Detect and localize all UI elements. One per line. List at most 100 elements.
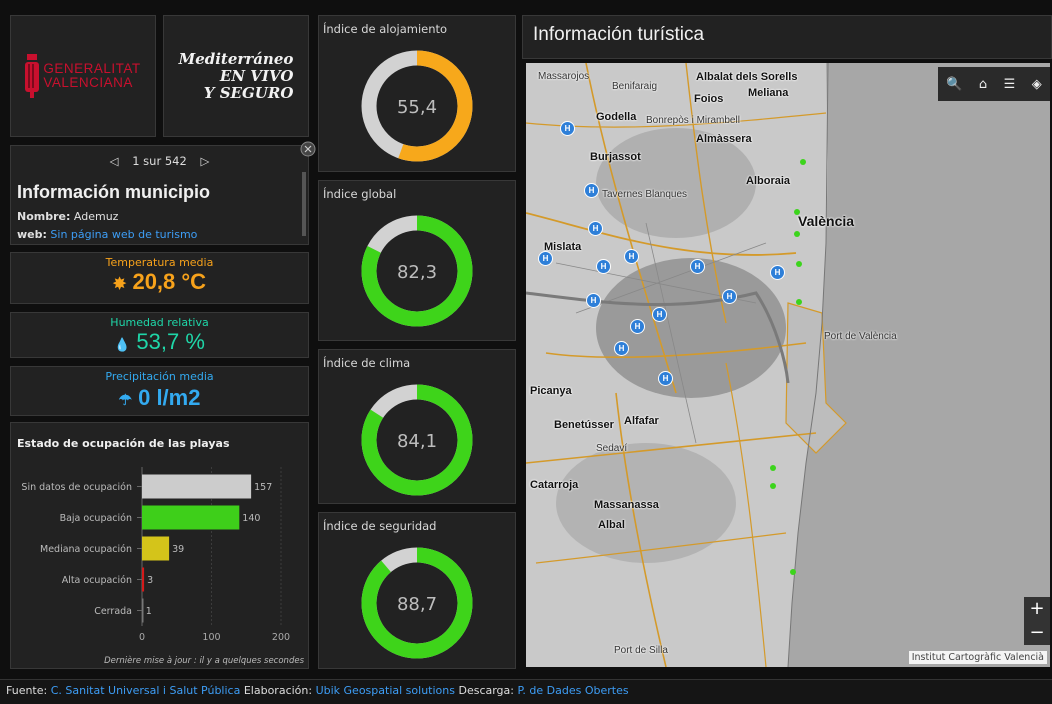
pager-next-button[interactable]: ▷ [200, 154, 209, 168]
descarga-link[interactable]: P. de Dades Obertes [517, 684, 628, 697]
elaboracion-label: Elaboración: [243, 684, 313, 697]
temperatura-panel: Temperatura media ✸ 20,8 °C [10, 252, 309, 304]
map-label: Almàssera [696, 133, 752, 145]
legend-icon[interactable]: ☰ [1004, 77, 1016, 92]
gauge-ring: 55,4 [361, 50, 473, 162]
layers-icon[interactable]: ◈ [1032, 77, 1042, 92]
coat-of-arms-icon [25, 54, 40, 98]
beach-marker[interactable] [794, 231, 800, 237]
gauge-title: Índice de clima [323, 356, 411, 370]
hotel-marker[interactable]: H [586, 293, 601, 308]
playas-bar-chart: 0 100 200 Sin datos de ocupación 157 Baja ocu… [21, 467, 305, 666]
bar[interactable] [142, 598, 144, 623]
gauge-panel-seguridad: Índice de seguridad 88,7 [318, 512, 516, 669]
beach-marker[interactable] [770, 465, 776, 471]
mediterraneo-logo: Mediterráneo EN VIVO Y SEGURO [163, 15, 309, 137]
precipitacion-value: 0 l/m2 [138, 385, 201, 410]
category-label: Mediana ocupación [40, 544, 132, 555]
hotel-marker[interactable]: H [614, 341, 629, 356]
nombre-label: Nombre: [17, 210, 71, 223]
temperatura-label: Temperatura media [105, 256, 214, 269]
map-toolbar: 🔍 ⌂ ☰ ◈ [938, 67, 1050, 101]
scrollbar[interactable] [302, 172, 306, 236]
map-label: Alboraia [746, 175, 791, 187]
update-note: Dernière mise à jour : il y a quelques s… [104, 655, 304, 666]
droplet-icon: 💧 [114, 337, 131, 352]
value-label: 157 [254, 482, 272, 493]
map-label: Alfafar [624, 415, 659, 427]
zoom-out-button[interactable]: − [1024, 621, 1050, 645]
map-label: Godella [596, 111, 637, 123]
map-label: Benifaraig [612, 81, 658, 92]
beach-marker[interactable] [794, 209, 800, 215]
gauge-panel-alojamiento: Índice de alojamiento 55,4 [318, 15, 516, 172]
map-label: Sedaví [596, 443, 628, 454]
map-label: Benetússer [554, 419, 614, 431]
map-view[interactable]: Massarojos Benifaraig Albalat dels Sorel… [526, 63, 1050, 667]
web-link[interactable]: Sin página web de turismo [50, 228, 197, 241]
precipitacion-label: Precipitación media [105, 370, 214, 383]
search-icon[interactable]: 🔍 [946, 77, 962, 92]
pager-prev-button[interactable]: ◁ [110, 154, 119, 168]
gauge-ring: 82,3 [361, 215, 473, 327]
generalitat-line1: GENERALITAT [43, 61, 141, 76]
map-label: Burjassot [590, 151, 641, 163]
map-label: Bonrepòs i Mirambell [646, 115, 740, 126]
bar[interactable] [142, 567, 145, 592]
hotel-marker[interactable]: H [630, 319, 645, 334]
expand-icon[interactable] [300, 141, 316, 157]
map-label: Port de Silla [614, 645, 668, 656]
map-label: Albalat dels Sorells [696, 71, 798, 83]
gauge-value: 55,4 [397, 97, 437, 118]
municipio-panel: ◁ 1 sur 542 ▷ Información municipio Nomb… [10, 145, 309, 245]
hotel-marker[interactable]: H [770, 265, 785, 280]
map-label: Picanya [530, 385, 572, 397]
map-label: Port de València [824, 331, 897, 342]
hotel-marker[interactable]: H [584, 183, 599, 198]
elaboracion-link[interactable]: Ubik Geospatial solutions [316, 684, 455, 697]
beach-marker[interactable] [770, 483, 776, 489]
gauge-ring: 88,7 [361, 547, 473, 659]
gauge-title: Índice de alojamiento [323, 22, 448, 36]
hotel-marker[interactable]: H [596, 259, 611, 274]
bar[interactable] [142, 505, 240, 530]
temperatura-value: 20,8 °C [132, 269, 207, 294]
hotel-marker[interactable]: H [658, 371, 673, 386]
hotel-marker[interactable]: H [722, 289, 737, 304]
value-label: 140 [242, 513, 260, 524]
category-label: Cerrada [94, 606, 132, 617]
web-label: web: [17, 228, 47, 241]
temperatura-value-row: ✸ 20,8 °C [11, 269, 308, 295]
hotel-marker[interactable]: H [538, 251, 553, 266]
zoom-in-button[interactable]: + [1024, 597, 1050, 621]
descarga-label: Descarga: [458, 684, 514, 697]
beach-marker[interactable] [790, 569, 796, 575]
med-line3: Y SEGURO [203, 83, 294, 102]
gauge-value: 82,3 [397, 262, 437, 283]
beach-marker[interactable] [796, 299, 802, 305]
hotel-marker[interactable]: H [690, 259, 705, 274]
map-title: Información turística [533, 24, 705, 45]
gauge-title: Índice global [323, 187, 397, 201]
map-header: Información turística [522, 15, 1052, 59]
med-line2: EN VIVO [219, 66, 294, 85]
playas-chart-panel: Estado de ocupación de las playas 0 100 20… [10, 422, 309, 669]
humedad-value: 53,7 % [136, 329, 205, 354]
category-label: Sin datos de ocupación [21, 482, 132, 493]
precipitacion-value-row: ☂ 0 l/m2 [11, 385, 308, 411]
nombre-value: Ademuz [73, 210, 119, 223]
hotel-marker[interactable]: H [624, 249, 639, 264]
map-label: Tavernes Blanques [602, 189, 688, 200]
beach-marker[interactable] [796, 261, 802, 267]
x-tick-label: 100 [202, 632, 220, 643]
hotel-marker[interactable]: H [560, 121, 575, 136]
pager: ◁ 1 sur 542 ▷ [11, 154, 308, 168]
category-label: Alta ocupación [62, 575, 132, 586]
hotel-marker[interactable]: H [588, 221, 603, 236]
hotel-marker[interactable]: H [652, 307, 667, 322]
home-icon[interactable]: ⌂ [979, 77, 987, 92]
bar[interactable] [142, 536, 170, 561]
beach-marker[interactable] [800, 159, 806, 165]
fuente-link[interactable]: C. Sanitat Universal i Salut Pública [51, 684, 241, 697]
bar[interactable] [142, 474, 252, 499]
